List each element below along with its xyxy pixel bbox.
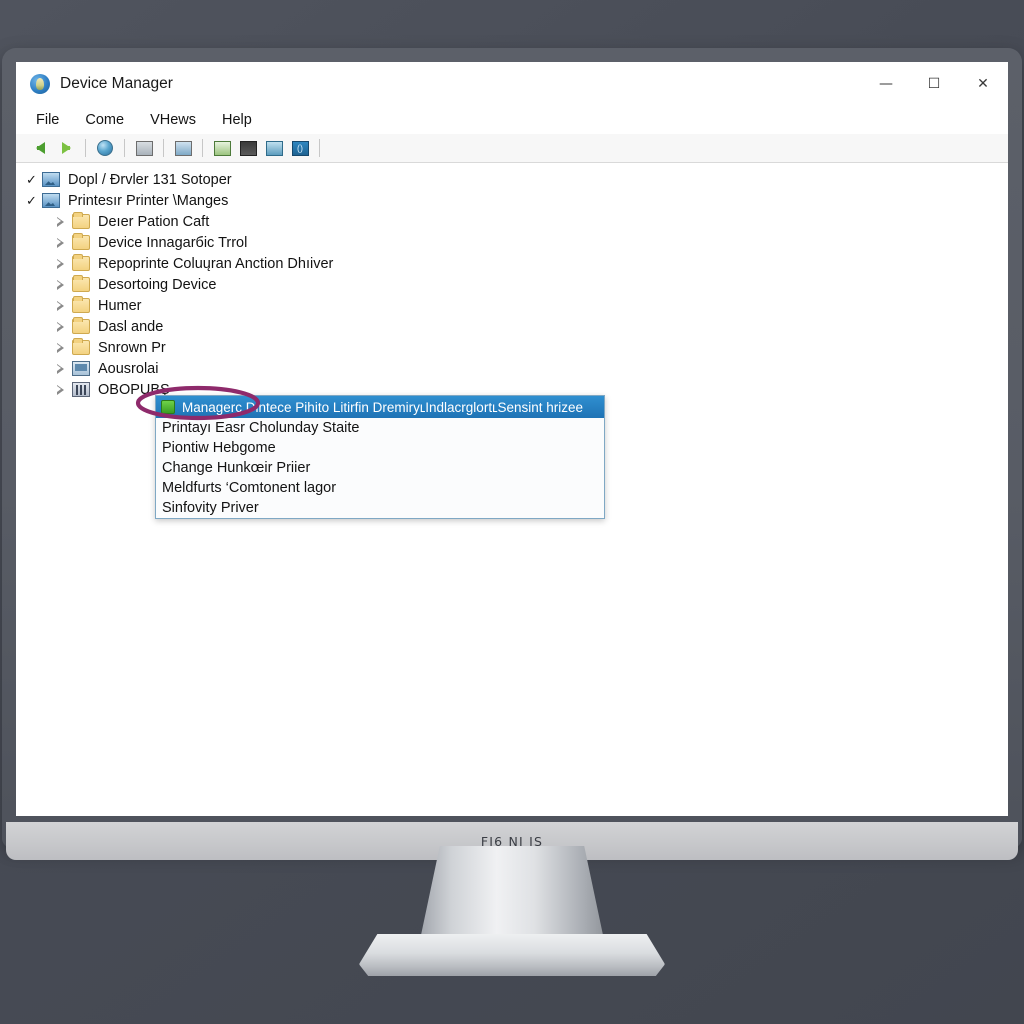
menu-bar: File Come VHews Help [16,106,1008,134]
tree-item[interactable]: Snrown Pr [16,337,1008,358]
device-manager-icon [30,74,50,94]
green-square-icon [161,400,175,414]
menu-file[interactable]: File [36,112,59,128]
toolbar-separator [202,139,203,157]
back-arrow-icon[interactable] [28,137,52,159]
folder-icon [72,254,90,271]
toolbar-separator [163,139,164,157]
tree-item-label: Repoprinte Coluųran Anction Dhıiver [98,255,334,272]
minimize-button[interactable]: — [862,62,910,106]
folder-icon [72,296,90,313]
close-button[interactable]: ✕ [958,62,1008,106]
properties-icon[interactable] [132,137,156,159]
title-bar: Device Manager — ☐ ✕ [16,62,1008,106]
monitor-icon[interactable] [262,137,286,159]
monitor-icon [72,361,90,376]
tree-item[interactable]: Aousrolai [16,358,1008,379]
tree-item-label: Dasl ande [98,318,164,335]
chevron-right-icon[interactable] [56,384,65,395]
tree-item-label: Humer [98,297,142,314]
window-title: Device Manager [60,75,173,92]
folder-icon [72,338,90,355]
context-menu-header-label: Managerc Dintece Pihito Litirfin Dremiry… [182,399,584,415]
tree-item[interactable]: Desortoing Device [16,274,1008,295]
tree-item[interactable]: Deıer Pation Caft [16,211,1008,232]
chevron-right-icon[interactable] [56,342,65,353]
chevron-right-icon[interactable] [56,321,65,332]
check-icon: ✓ [26,192,37,208]
globe-icon[interactable] [93,137,117,159]
chevron-right-icon[interactable] [56,279,65,290]
context-menu-item[interactable]: Piontiw Hebgome [156,438,604,458]
forward-arrow-icon[interactable] [54,137,78,159]
tree-item[interactable]: ✓ Dopl / Đrvler 131 Sotoper [16,169,1008,190]
image-icon [42,172,60,187]
device-manager-window: Device Manager — ☐ ✕ File Come VHews Hel… [16,62,1008,816]
context-menu-item[interactable]: Change Hunkœir Priier [156,458,604,478]
window-controls: — ☐ ✕ [862,62,1008,106]
maximize-button[interactable]: ☐ [910,62,958,106]
monitor-screen: Device Manager — ☐ ✕ File Come VHews Hel… [16,62,1008,816]
folder-icon [72,317,90,334]
folder-icon [72,212,90,229]
context-menu: Managerc Dintece Pihito Litirfin Dremiry… [155,395,605,519]
tree-item-label: Dopl / Đrvler 131 Sotoper [68,171,232,188]
chevron-right-icon[interactable] [56,363,65,374]
tree-item-label: Snrown Pr [98,339,166,356]
tree-item[interactable]: ✓ Printesır Printer \Manges [16,190,1008,211]
monitor-stand-base [359,934,665,976]
chip-icon [72,382,90,397]
chevron-right-icon[interactable] [56,216,65,227]
toolbar-separator [319,139,320,157]
toolbar [16,134,1008,163]
menu-come[interactable]: Come [85,112,124,128]
tree-item-label: Desortoing Device [98,276,217,293]
scan-hardware-icon[interactable] [210,137,234,159]
image-icon [42,193,60,208]
menu-views[interactable]: VHews [150,112,196,128]
code-icon[interactable] [288,137,312,159]
window-content: ✓ Dopl / Đrvler 131 Sotoper ✓ Printesır Pri… [16,163,1008,816]
tree-item-label: Aousrolai [98,360,159,377]
chevron-right-icon[interactable] [56,258,65,269]
context-menu-header[interactable]: Managerc Dintece Pihito Litirfin Dremiry… [156,396,604,418]
device-tree: ✓ Dopl / Đrvler 131 Sotoper ✓ Printesır Pri… [16,163,1008,400]
context-menu-item[interactable]: Sinfovity Priver [156,498,604,518]
folder-icon [72,233,90,250]
menu-help[interactable]: Help [222,112,252,128]
context-menu-items: Printayı Easr Cholunday Staite Piontiw He… [156,418,604,518]
folder-icon [72,275,90,292]
tree-item-label: Printesır Printer \Manges [68,192,229,209]
chevron-right-icon[interactable] [56,300,65,311]
chevron-right-icon[interactable] [56,237,65,248]
tree-item[interactable]: Repoprinte Coluųran Anction Dhıiver [16,253,1008,274]
tree-item[interactable]: Dasl ande [16,316,1008,337]
update-driver-icon[interactable] [171,137,195,159]
toolbar-separator [124,139,125,157]
tree-item-label: Device Innagarбic Trrol [98,234,248,251]
context-menu-item[interactable]: Meldfurts ‘Comtonent lagor [156,478,604,498]
tree-item[interactable]: Device Innagarбic Trrol [16,232,1008,253]
toolbar-separator [85,139,86,157]
context-menu-item[interactable]: Printayı Easr Cholunday Staite [156,418,604,438]
tree-item-label: Deıer Pation Caft [98,213,210,230]
print-icon[interactable] [236,137,260,159]
monitor: Device Manager — ☐ ✕ File Come VHews Hel… [2,48,1022,860]
tree-item[interactable]: Humer [16,295,1008,316]
check-icon: ✓ [26,171,37,187]
